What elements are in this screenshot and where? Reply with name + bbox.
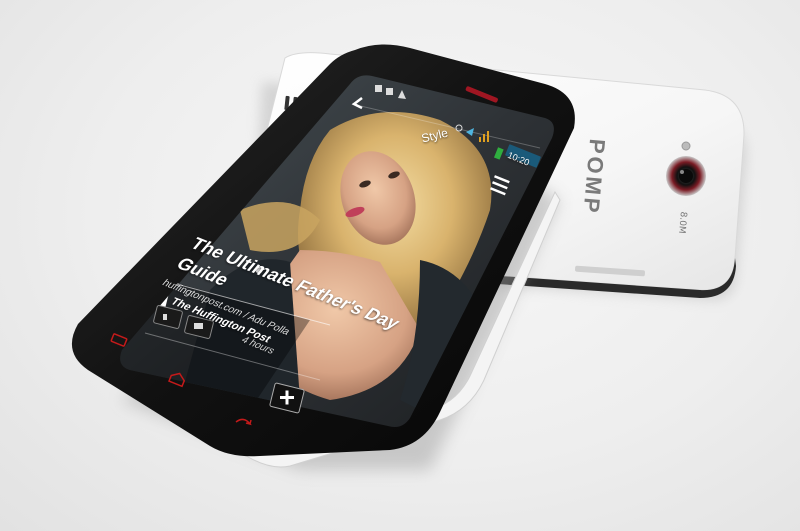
- comment-icon: [194, 323, 203, 329]
- like-icon: [163, 314, 167, 320]
- product-photo-scene: POMP 8.0M Style 10:20 The Ultimate Fathe…: [0, 0, 800, 531]
- image-icon: [386, 88, 393, 95]
- front-phone: [71, 44, 575, 470]
- notification-icon: [375, 85, 382, 92]
